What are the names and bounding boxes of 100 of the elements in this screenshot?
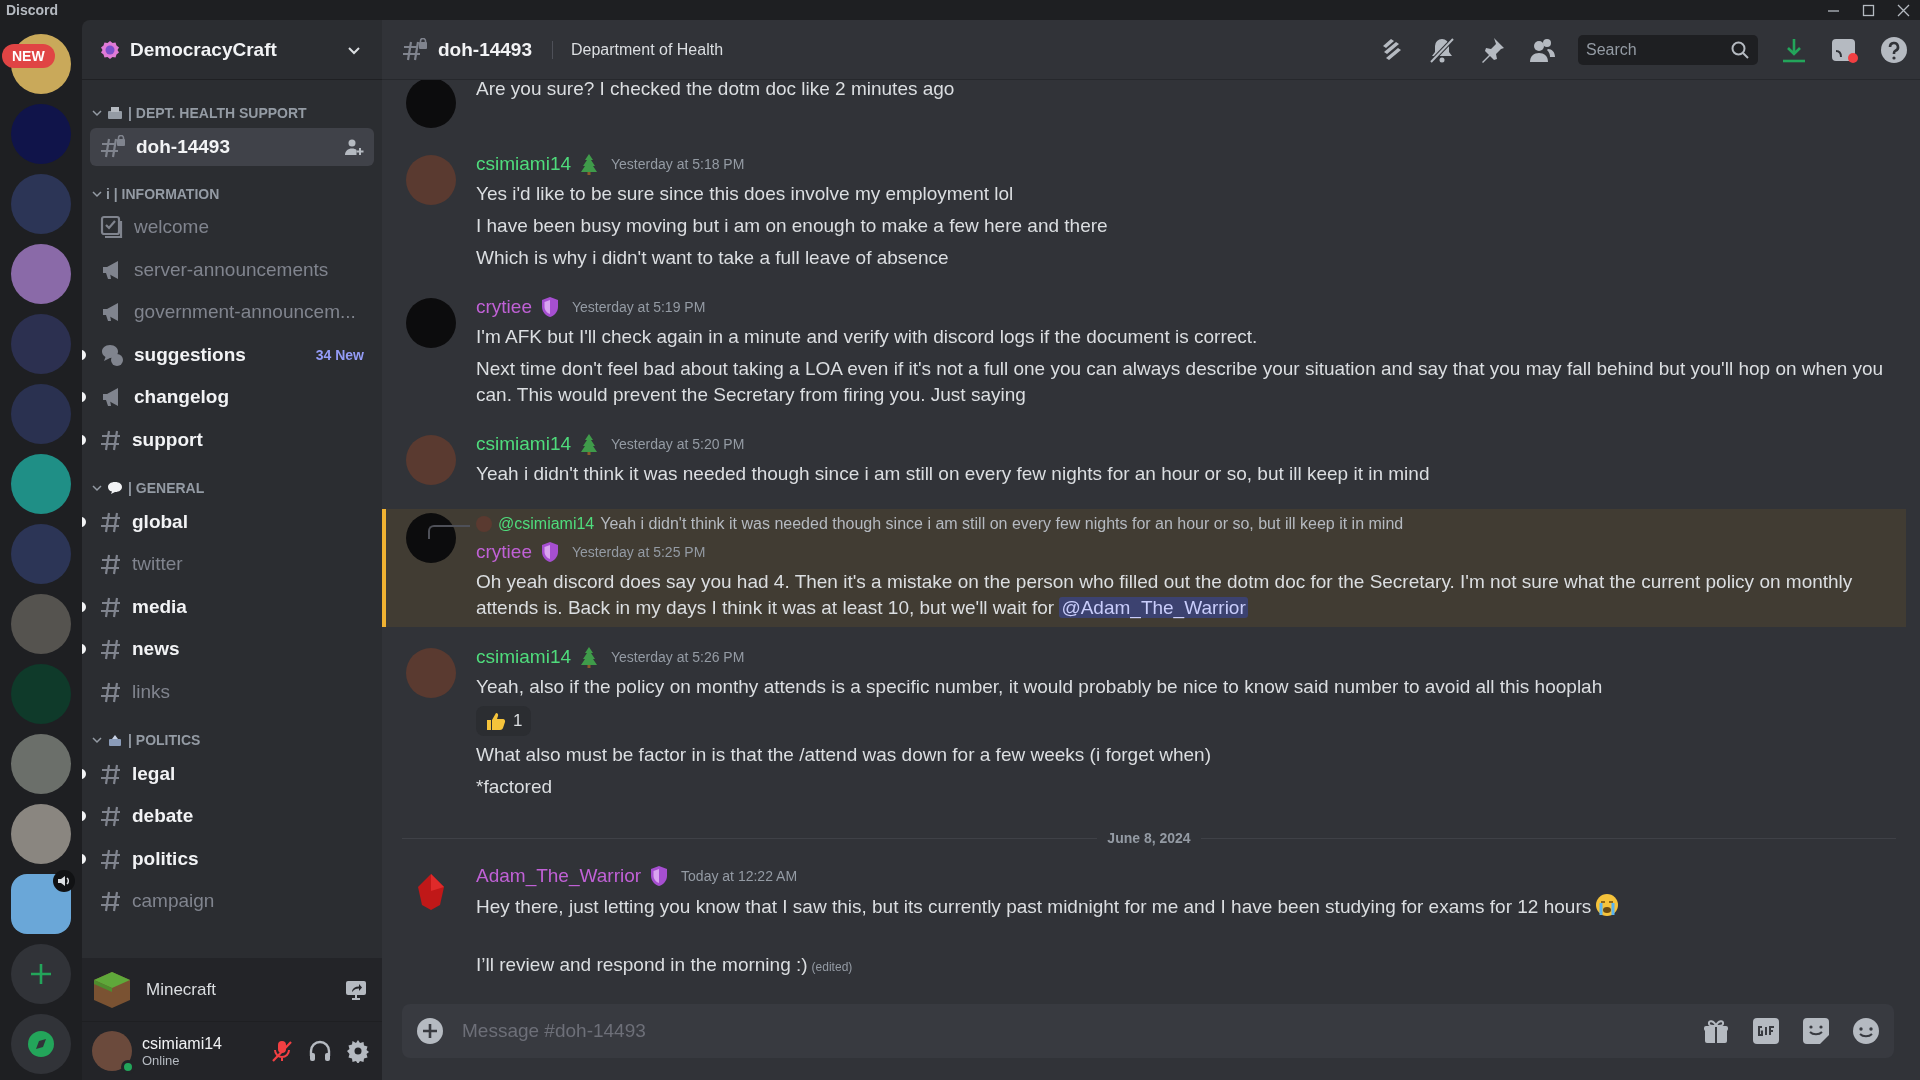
channel-item[interactable]: government-announcem... bbox=[90, 293, 374, 331]
message-text: Next time don't feel bad about taking a LOA even if it's not a full one you can always describe your situation and say that you may fall behind but you'll hop on when you can. This would prevent the Secretary from firing you. Just saying bbox=[476, 357, 1885, 407]
inbox-icon bbox=[106, 104, 124, 122]
channel-item[interactable]: support bbox=[90, 420, 374, 459]
channel-item[interactable]: campaign bbox=[90, 882, 374, 920]
maximize-icon[interactable] bbox=[1862, 3, 1875, 17]
channel-item[interactable]: global bbox=[90, 502, 374, 541]
settings-icon[interactable] bbox=[346, 1039, 370, 1063]
username: csimiami14 bbox=[142, 1034, 223, 1053]
new-badge: NEW bbox=[2, 44, 55, 68]
message-text: Yeah i didn't think it was needed though since i am still on every few nights for an hour or so, but ill keep it in mind bbox=[476, 462, 1431, 486]
compass-icon bbox=[27, 1030, 55, 1058]
category-label[interactable]: | GENERAL bbox=[128, 479, 205, 496]
channel-item[interactable]: suggestions 34 New bbox=[90, 335, 374, 374]
new-messages-label: 34 New bbox=[315, 346, 364, 363]
channel-topic: Department of Health bbox=[552, 40, 1368, 59]
message-text: Yes i'd like to be sure since this does involve my employment lol bbox=[476, 182, 1015, 206]
timestamp: Today at 12:22 AM bbox=[681, 868, 798, 884]
chevron-down-icon[interactable] bbox=[92, 189, 102, 199]
gif-icon[interactable] bbox=[1752, 1017, 1780, 1045]
message-text: I'm AFK but I'll check again in a minute and verify with discord logs if the document is correct. bbox=[476, 325, 1259, 349]
user-mention[interactable]: @Adam_The_Warrior bbox=[1059, 597, 1248, 618]
channel-item[interactable]: doh-14493 bbox=[90, 128, 374, 166]
message-text: Yeah, also if the policy on monthy attends is a specific number, it would probably be nice to know said number to avoid all this hooplah bbox=[476, 675, 1604, 699]
username[interactable]: csimiami14 bbox=[476, 433, 572, 455]
channel-item[interactable]: news bbox=[90, 630, 374, 668]
muted-microphone-icon[interactable] bbox=[270, 1039, 294, 1063]
channel-item[interactable]: changelog bbox=[90, 378, 374, 416]
message-text: Oh yeah discord does say you had 4. Then it's a mistake on the person who filled out the dotm doc for the Secretary. I'm not sure what the current policy on monthly attends is. Back in my days I think it was at least 10, but we'll wait for @Adam_The_Warrior bbox=[476, 570, 1854, 621]
chevron-down-icon[interactable] bbox=[92, 482, 102, 493]
channel-title: doh-14493 bbox=[438, 38, 532, 61]
message-text: I have been busy moving but i am on enough to make a few here and there bbox=[476, 214, 1109, 238]
edited-label: (edited) bbox=[811, 960, 853, 974]
username[interactable]: crytiee bbox=[476, 296, 532, 318]
emoji-icon[interactable] bbox=[1852, 1017, 1880, 1045]
gift-icon[interactable] bbox=[1702, 1017, 1730, 1045]
channel-item[interactable]: links bbox=[90, 672, 374, 711]
user-status: Online bbox=[142, 1052, 181, 1068]
date-divider: June 8, 2024 bbox=[1107, 830, 1191, 846]
username[interactable]: Adam_The_Warrior bbox=[476, 865, 642, 887]
help-icon[interactable] bbox=[1880, 35, 1908, 64]
reply-avatar bbox=[476, 516, 492, 532]
username[interactable]: csimiami14 bbox=[476, 153, 572, 175]
channel-item[interactable]: welcome bbox=[90, 208, 374, 246]
message-text: I’ll review and respond in the morning :) (edited) bbox=[476, 953, 854, 977]
user-avatar[interactable] bbox=[92, 1031, 132, 1071]
reaction-button[interactable]: 1 bbox=[476, 706, 532, 736]
channel-item[interactable]: media bbox=[90, 587, 374, 626]
channel-item[interactable]: debate bbox=[90, 797, 374, 835]
timestamp: Yesterday at 5:25 PM bbox=[571, 544, 706, 560]
chevron-down-icon[interactable] bbox=[92, 108, 102, 118]
message-text: What also must be factor in is that the /attend was down for a few weeks (i forget when) bbox=[476, 743, 1213, 767]
add-attachment-icon[interactable] bbox=[416, 1017, 444, 1045]
speech-bubbles-icon bbox=[100, 342, 124, 367]
thumbs-up-icon bbox=[485, 710, 507, 732]
message-text: Hey there, just letting you know that I saw this, but its currently past midnight for me and I have been studying for exams for 12 hours bbox=[476, 893, 1896, 920]
message-text: Are you sure? I checked the dotm doc like 2 minutes ago bbox=[476, 80, 956, 101]
channel-item[interactable]: twitter bbox=[90, 545, 374, 583]
channel-item[interactable]: legal bbox=[90, 754, 374, 793]
add-member-icon[interactable] bbox=[344, 137, 364, 157]
hashtag-icon bbox=[100, 889, 122, 913]
channel-item[interactable]: server-announcements bbox=[90, 250, 374, 289]
hashtag-icon bbox=[100, 637, 122, 661]
gem-avatar-icon[interactable] bbox=[416, 873, 446, 911]
message-text: Which is why i didn't want to take a full leave of absence bbox=[476, 246, 950, 270]
hashtag-icon bbox=[100, 804, 122, 828]
close-icon[interactable] bbox=[1897, 3, 1910, 17]
timestamp: Yesterday at 5:20 PM bbox=[611, 436, 745, 452]
muted-bell-icon[interactable] bbox=[1428, 35, 1456, 64]
category-label[interactable]: i | INFORMATION bbox=[106, 186, 220, 202]
category-label[interactable]: | POLITICS bbox=[128, 731, 201, 748]
hashtag-lock-icon bbox=[100, 135, 126, 159]
message-composer[interactable]: Message #doh-14493 bbox=[402, 1004, 1894, 1058]
chevron-down-icon[interactable] bbox=[92, 734, 102, 745]
search-icon bbox=[1730, 39, 1750, 60]
speaker-icon bbox=[53, 870, 75, 892]
message-input[interactable]: Message #doh-14493 bbox=[460, 1019, 1686, 1043]
reply-preview[interactable]: Yeah i didn't think it was needed though since i am still on every few nights for an hour or so, but ill keep it in mind bbox=[600, 515, 1404, 533]
plus-icon bbox=[28, 961, 54, 987]
sticker-icon[interactable] bbox=[1802, 1017, 1830, 1045]
reply-connector bbox=[428, 525, 470, 539]
hashtag-icon bbox=[100, 552, 122, 576]
channel-item[interactable]: politics bbox=[90, 839, 374, 878]
activity-name: Minecraft bbox=[146, 979, 217, 1000]
category-label[interactable]: | DEPT. HEALTH SUPPORT bbox=[128, 105, 307, 121]
reply-author[interactable]: @csimiami14 bbox=[498, 515, 595, 533]
timestamp: Yesterday at 5:19 PM bbox=[571, 299, 706, 315]
hashtag-lock-icon bbox=[402, 37, 428, 62]
app-title: Discord bbox=[6, 2, 60, 18]
message-text: *factored bbox=[476, 775, 554, 799]
timestamp: Yesterday at 5:18 PM bbox=[611, 156, 745, 172]
headphones-icon[interactable] bbox=[308, 1039, 332, 1063]
timestamp: Yesterday at 5:26 PM bbox=[611, 649, 745, 665]
user-avatar[interactable] bbox=[406, 513, 456, 563]
username[interactable]: csimiami14 bbox=[476, 646, 572, 668]
server-badge-icon bbox=[100, 39, 120, 60]
search-field[interactable]: Search bbox=[1578, 34, 1758, 65]
server-name[interactable]: DemocracyCraft bbox=[130, 38, 336, 61]
checkbox-icon bbox=[100, 215, 124, 239]
grass-block-icon bbox=[92, 969, 132, 1010]
